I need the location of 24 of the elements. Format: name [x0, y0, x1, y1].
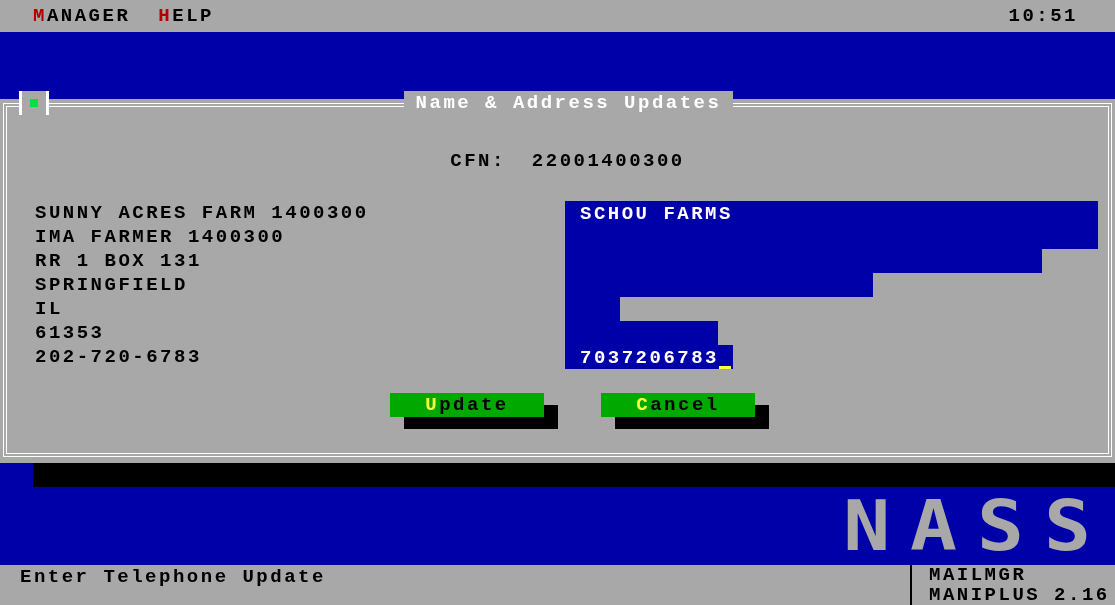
clock: 10:51: [1008, 3, 1078, 28]
close-icon[interactable]: [19, 91, 49, 116]
program-name: MAILMGR: [929, 565, 1028, 585]
address-line: 202-720-6783: [35, 345, 203, 370]
address-line: 61353: [35, 321, 106, 346]
dialog-button[interactable]: C ancel: [601, 393, 755, 418]
input-field[interactable]: 7037206783: [565, 345, 733, 370]
address-line: IL: [35, 297, 64, 322]
dialog-button[interactable]: U pdate: [390, 393, 544, 418]
cfn-label: CFN:: [450, 149, 506, 174]
status-message: Enter Telephone Update: [19, 565, 327, 590]
menu-item[interactable]: H ELP: [158, 3, 214, 28]
address-line: SPRINGFIELD: [35, 273, 189, 298]
cfn-value: 22001400300: [531, 149, 685, 174]
input-field[interactable]: [565, 273, 873, 298]
input-field[interactable]: [565, 321, 718, 346]
text-cursor: [719, 366, 732, 370]
menu-item[interactable]: MANAGER: [33, 3, 131, 28]
address-line: SUNNY ACRES FARM 1400300: [35, 201, 370, 226]
address-line: IMA FARMER 1400300: [35, 225, 287, 250]
input-field[interactable]: SCHOU FARMS: [565, 201, 1098, 226]
program-name: MANIPLUS 2.16: [929, 585, 1111, 605]
logo: NASS: [843, 497, 1111, 555]
address-line: RR 1 BOX 131: [35, 249, 203, 274]
